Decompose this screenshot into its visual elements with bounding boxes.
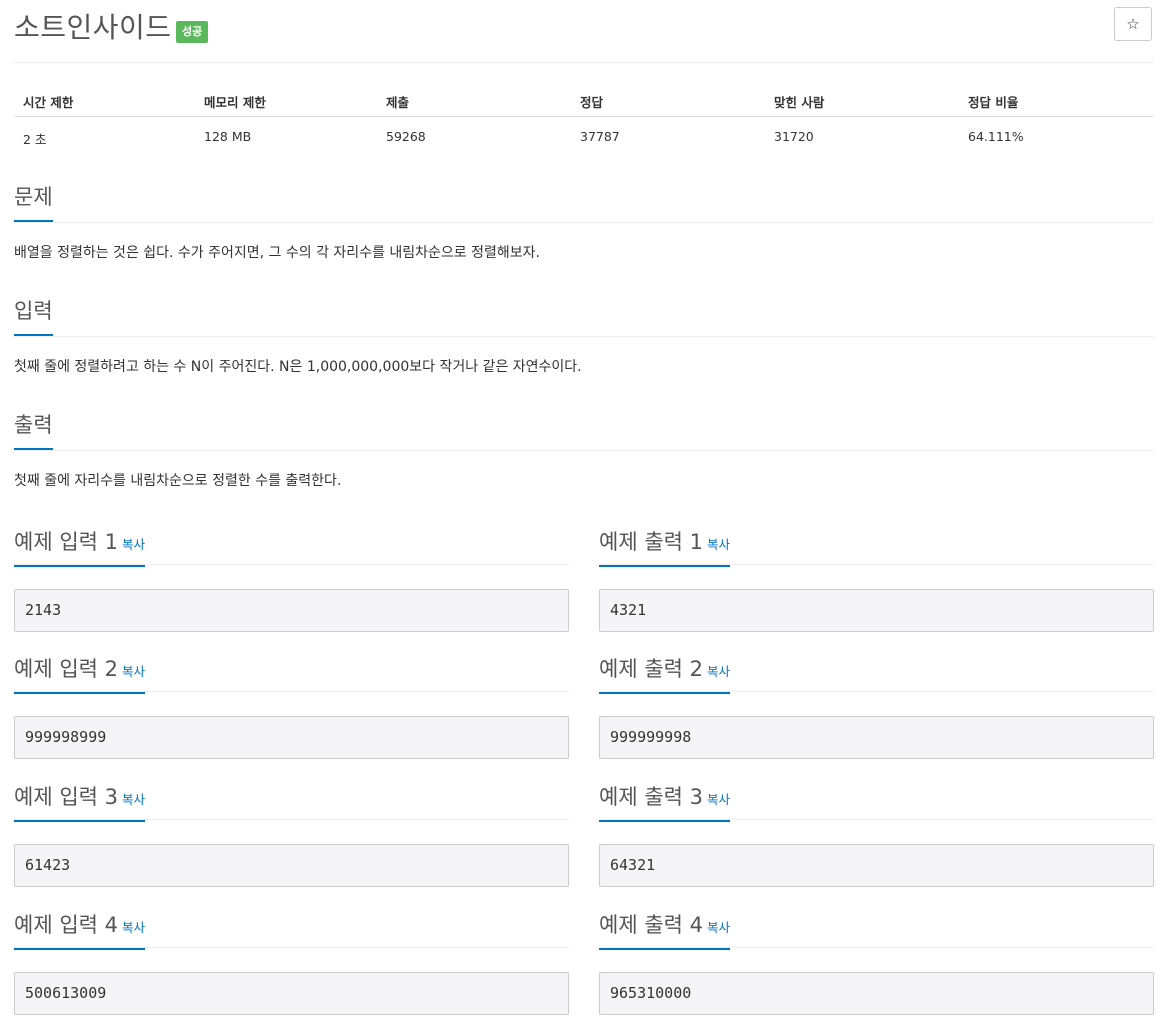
sample-title: 예제 입력 1 복사 bbox=[14, 528, 146, 567]
sample-data: 965310000 bbox=[599, 972, 1154, 1015]
value-solved-users[interactable]: 31720 bbox=[774, 129, 814, 144]
section-header: 출력 bbox=[14, 410, 1154, 451]
sample-header: 예제 입력 4 복사 bbox=[14, 911, 569, 950]
copy-button[interactable]: 복사 bbox=[122, 537, 145, 552]
problem-description-section: 문제 배열을 정렬하는 것은 쉽다. 수가 주어지면, 그 수의 각 자리수를 … bbox=[14, 182, 1154, 263]
info-value-row: 2 초 128 MB 59268 37787 31720 64.111% bbox=[14, 117, 1154, 151]
sample-title-text: 예제 입력 1 bbox=[14, 530, 118, 554]
section-body: 첫째 줄에 정렬하려고 하는 수 N이 주어진다. N은 1,000,000,0… bbox=[14, 359, 582, 375]
value-submissions[interactable]: 59268 bbox=[386, 129, 426, 144]
sample-title: 예제 출력 4 복사 bbox=[599, 911, 731, 950]
sample-data: 999999998 bbox=[599, 716, 1154, 759]
copy-button[interactable]: 복사 bbox=[122, 664, 145, 679]
sample-output-2: 예제 출력 2 복사 999999998 bbox=[599, 655, 1154, 759]
section-title: 출력 bbox=[14, 410, 53, 450]
sample-output-1: 예제 출력 1 복사 4321 bbox=[599, 528, 1154, 632]
sample-title-text: 예제 입력 2 bbox=[14, 657, 118, 681]
sample-title: 예제 출력 2 복사 bbox=[599, 655, 731, 694]
copy-button[interactable]: 복사 bbox=[707, 537, 730, 552]
sample-title: 예제 입력 4 복사 bbox=[14, 911, 146, 950]
header-memory-limit: 메모리 제한 bbox=[204, 95, 266, 110]
value-memory-limit: 128 MB bbox=[204, 129, 252, 144]
sample-data: 64321 bbox=[599, 844, 1154, 887]
sample-input-3: 예제 입력 3 복사 61423 bbox=[14, 783, 569, 887]
problem-page: 소트인사이드 성공 ☆ 시간 제한 메모리 제한 제출 정답 맞힌 사람 정답 … bbox=[0, 0, 1170, 1034]
sample-input-2: 예제 입력 2 복사 999998999 bbox=[14, 655, 569, 759]
copy-button[interactable]: 복사 bbox=[707, 664, 730, 679]
star-button[interactable]: ☆ bbox=[1114, 7, 1152, 41]
sample-input-4: 예제 입력 4 복사 500613009 bbox=[14, 911, 569, 1015]
value-accepted[interactable]: 37787 bbox=[580, 129, 620, 144]
header-time-limit: 시간 제한 bbox=[23, 95, 74, 110]
sample-header: 예제 출력 1 복사 bbox=[599, 528, 1154, 567]
sample-title-text: 예제 입력 4 bbox=[14, 913, 118, 937]
sample-header: 예제 입력 1 복사 bbox=[14, 528, 569, 567]
sample-header: 예제 출력 2 복사 bbox=[599, 655, 1154, 694]
section-header: 입력 bbox=[14, 296, 1154, 337]
sample-header: 예제 출력 4 복사 bbox=[599, 911, 1154, 950]
info-header-row: 시간 제한 메모리 제한 제출 정답 맞힌 사람 정답 비율 bbox=[14, 82, 1154, 117]
sample-title-text: 예제 출력 2 bbox=[599, 657, 703, 681]
sample-data: 4321 bbox=[599, 589, 1154, 632]
sample-input-1: 예제 입력 1 복사 2143 bbox=[14, 528, 569, 632]
sample-title-text: 예제 출력 3 bbox=[599, 785, 703, 809]
section-title: 입력 bbox=[14, 296, 53, 336]
value-time-limit: 2 초 bbox=[23, 132, 47, 147]
section-title: 문제 bbox=[14, 182, 53, 222]
value-accept-ratio: 64.111% bbox=[968, 129, 1024, 144]
sample-header: 예제 출력 3 복사 bbox=[599, 783, 1154, 822]
header-solved-users: 맞힌 사람 bbox=[774, 95, 825, 110]
copy-button[interactable]: 복사 bbox=[122, 920, 145, 935]
sample-title: 예제 출력 3 복사 bbox=[599, 783, 731, 822]
header-accept-ratio: 정답 비율 bbox=[968, 95, 1019, 110]
status-badge: 성공 bbox=[176, 21, 209, 43]
sample-output-4: 예제 출력 4 복사 965310000 bbox=[599, 911, 1154, 1015]
problem-info-table: 시간 제한 메모리 제한 제출 정답 맞힌 사람 정답 비율 2 초 128 M… bbox=[14, 82, 1154, 151]
page-title: 소트인사이드 bbox=[14, 11, 172, 44]
sample-title: 예제 입력 2 복사 bbox=[14, 655, 146, 694]
input-section: 입력 첫째 줄에 정렬하려고 하는 수 N이 주어진다. N은 1,000,00… bbox=[14, 296, 1154, 377]
sample-header: 예제 입력 3 복사 bbox=[14, 783, 569, 822]
sample-title: 예제 입력 3 복사 bbox=[14, 783, 146, 822]
copy-button[interactable]: 복사 bbox=[122, 792, 145, 807]
sample-header: 예제 입력 2 복사 bbox=[14, 655, 569, 694]
sample-title: 예제 출력 1 복사 bbox=[599, 528, 731, 567]
sample-title-text: 예제 입력 3 bbox=[14, 785, 118, 809]
header-accepted: 정답 bbox=[580, 95, 604, 110]
copy-button[interactable]: 복사 bbox=[707, 792, 730, 807]
section-body: 배열을 정렬하는 것은 쉽다. 수가 주어지면, 그 수의 각 자리수를 내림차… bbox=[14, 245, 540, 261]
header-submissions: 제출 bbox=[386, 95, 410, 110]
sample-data: 999998999 bbox=[14, 716, 569, 759]
section-body: 첫째 줄에 자리수를 내림차순으로 정렬한 수를 출력한다. bbox=[14, 473, 342, 489]
sample-output-3: 예제 출력 3 복사 64321 bbox=[599, 783, 1154, 887]
output-section: 출력 첫째 줄에 자리수를 내림차순으로 정렬한 수를 출력한다. bbox=[14, 410, 1154, 491]
divider bbox=[14, 62, 1154, 63]
sample-data: 2143 bbox=[14, 589, 569, 632]
sample-title-text: 예제 출력 1 bbox=[599, 530, 703, 554]
sample-data: 500613009 bbox=[14, 972, 569, 1015]
sample-data: 61423 bbox=[14, 844, 569, 887]
copy-button[interactable]: 복사 bbox=[707, 920, 730, 935]
sample-title-text: 예제 출력 4 bbox=[599, 913, 703, 937]
star-icon: ☆ bbox=[1126, 15, 1140, 33]
section-header: 문제 bbox=[14, 182, 1154, 223]
